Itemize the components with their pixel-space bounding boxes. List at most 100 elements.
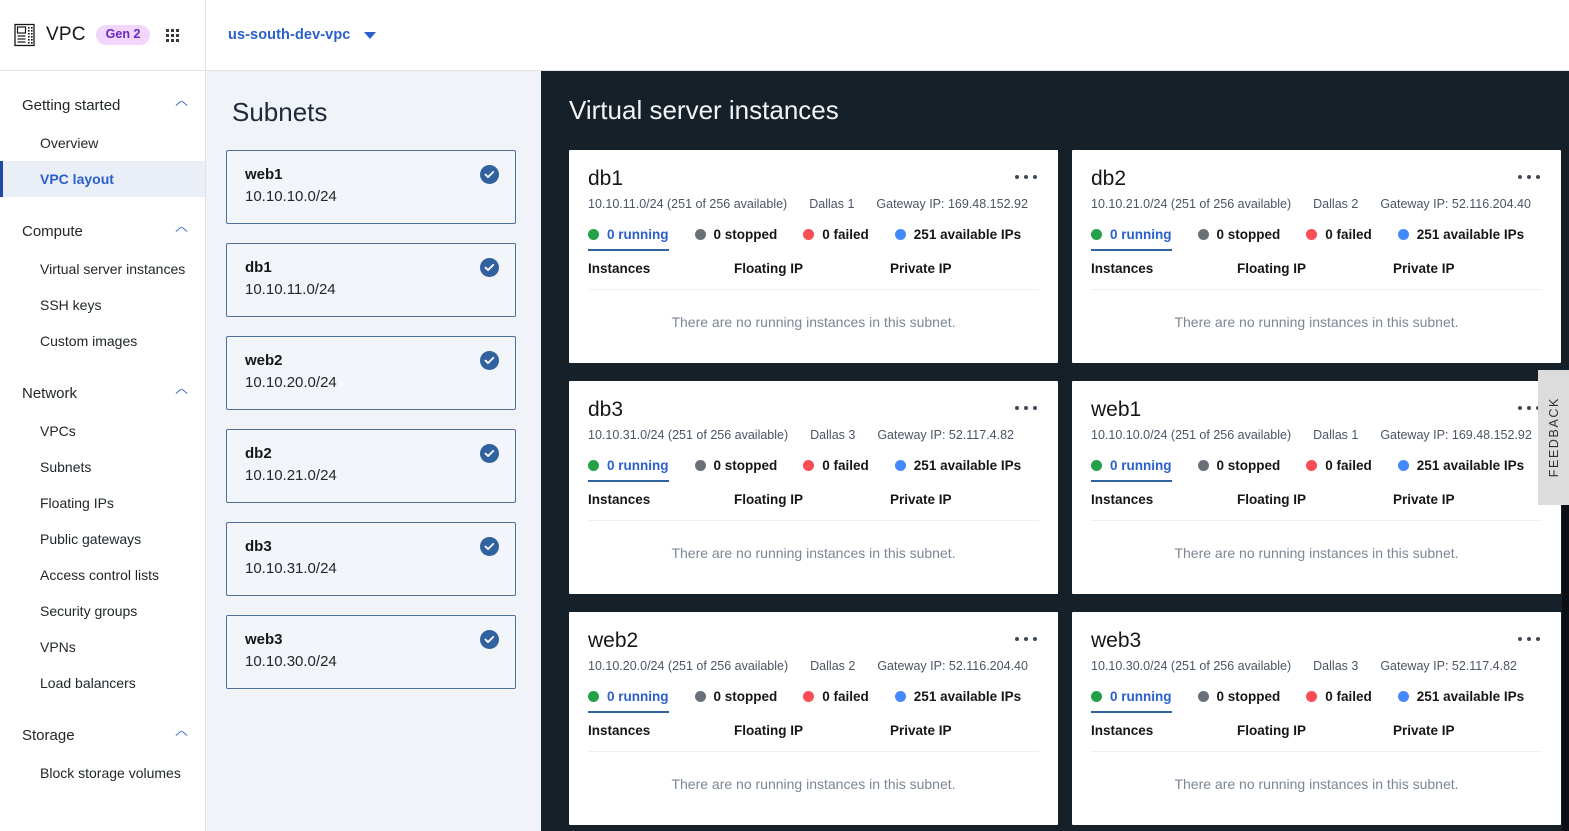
status-tabs: 0 running 0 stopped 0 failed 251 available …	[1091, 458, 1542, 483]
stat-label: 0 stopped	[1216, 458, 1281, 474]
gateway-ip: Gateway IP: 52.116.204.40	[1380, 197, 1531, 212]
overflow-menu-icon[interactable]	[1013, 629, 1039, 649]
overflow-menu-icon[interactable]	[1516, 167, 1542, 187]
subnet-card[interactable]: db3 10.10.31.0/24	[226, 522, 516, 596]
empty-state-message: There are no running instances in this s…	[1174, 314, 1459, 331]
zone-label: Dallas 3	[1313, 659, 1359, 674]
nav-group-compute[interactable]: Compute	[0, 211, 205, 251]
stat-stopped: 0 stopped	[1197, 458, 1281, 482]
subnet-name: web3	[245, 631, 283, 648]
stat-running[interactable]: 0 running	[1091, 458, 1172, 483]
stat-label: 0 running	[1110, 689, 1172, 705]
stat-label: 0 failed	[1325, 689, 1372, 705]
subnet-card[interactable]: db1 10.10.11.0/24	[226, 243, 516, 317]
stat-running[interactable]: 0 running	[1091, 227, 1172, 252]
status-dot-stopped	[1197, 460, 1209, 472]
instance-card-meta: 10.10.31.0/24 (251 of 256 available) Dall…	[588, 428, 1039, 442]
grid-dots-icon[interactable]	[166, 28, 180, 42]
subnet-name: db1	[245, 259, 272, 276]
subnet-cidr-availability: 10.10.20.0/24 (251 of 256 available)	[588, 659, 789, 674]
nav-group-label: Compute	[22, 222, 83, 240]
sidebar-item-ssh-keys[interactable]: SSH keys	[0, 287, 205, 323]
check-circle-icon[interactable]	[480, 537, 499, 556]
subnet-cidr: 10.10.21.0/24	[245, 466, 337, 484]
sidebar-item-block-storage-volumes[interactable]: Block storage volumes	[0, 755, 205, 791]
overflow-menu-icon[interactable]	[1013, 398, 1039, 418]
stat-label: 0 failed	[822, 227, 869, 243]
check-circle-icon[interactable]	[480, 165, 499, 184]
status-dot-failed	[1306, 460, 1318, 472]
chevron-up-icon	[176, 228, 187, 235]
check-circle-icon[interactable]	[480, 351, 499, 370]
subnet-card[interactable]: web1 10.10.10.0/24	[226, 150, 516, 224]
stat-label: 0 running	[607, 458, 669, 474]
check-circle-icon[interactable]	[480, 444, 499, 463]
instance-card-title: web3	[1091, 629, 1142, 652]
stat-available: 251 available IPs	[894, 458, 1021, 482]
sidebar-item-public-gateways[interactable]: Public gateways	[0, 521, 205, 557]
empty-state-message: There are no running instances in this s…	[671, 776, 956, 793]
column-header: Private IP	[890, 261, 952, 277]
check-circle-icon[interactable]	[480, 258, 499, 277]
nav-group-network[interactable]: Network	[0, 373, 205, 413]
subnet-cidr-availability: 10.10.11.0/24 (251 of 256 available)	[588, 197, 788, 212]
status-dot-available	[894, 460, 906, 472]
gateway-ip: Gateway IP: 52.117.4.82	[877, 428, 1014, 443]
column-header: Private IP	[890, 723, 952, 739]
overflow-menu-icon[interactable]	[1013, 167, 1039, 187]
instances-table-header: Instances Floating IP Private IP	[588, 251, 1039, 291]
stat-running[interactable]: 0 running	[588, 458, 669, 483]
instance-card-title: web1	[1091, 398, 1142, 421]
brand-title: VPC	[46, 24, 86, 45]
subnet-card[interactable]: web3 10.10.30.0/24	[226, 615, 516, 689]
sidebar-item-virtual-server-instances[interactable]: Virtual server instances	[0, 251, 205, 287]
stat-stopped: 0 stopped	[694, 227, 777, 251]
chevron-up-icon	[176, 732, 187, 739]
subnet-cidr-availability: 10.10.31.0/24 (251 of 256 available)	[588, 428, 789, 443]
zone-label: Dallas 2	[1313, 197, 1359, 212]
stat-failed: 0 failed	[1306, 458, 1372, 482]
feedback-tab[interactable]: FEEDBACK	[1538, 370, 1569, 505]
stat-label: 251 available IPs	[913, 227, 1022, 243]
subnet-cidr: 10.10.11.0/24	[245, 280, 336, 298]
vpc-selector[interactable]: us-south-dev-vpc	[226, 23, 378, 47]
nav-group-label: Getting started	[22, 96, 121, 114]
nav-group-getting-started[interactable]: Getting started	[0, 85, 205, 125]
sidebar-item-vpcs[interactable]: VPCs	[0, 413, 205, 449]
column-header: Instances	[588, 723, 651, 739]
sidebar-item-vpc-layout[interactable]: VPC layout	[0, 161, 205, 197]
stat-running[interactable]: 0 running	[1091, 689, 1172, 714]
chevron-up-icon	[176, 390, 187, 397]
sidebar-item-vpns[interactable]: VPNs	[0, 629, 205, 665]
subnet-card[interactable]: web2 10.10.20.0/24	[226, 336, 516, 410]
instances-table-header: Instances Floating IP Private IP	[1091, 713, 1542, 753]
stat-running[interactable]: 0 running	[588, 689, 669, 714]
stat-failed: 0 failed	[803, 689, 869, 713]
status-dot-stopped	[694, 229, 706, 241]
server-rack-icon	[14, 23, 36, 47]
stat-label: 0 failed	[1325, 227, 1372, 243]
sidebar-item-overview[interactable]: Overview	[0, 125, 205, 161]
nav-group-storage[interactable]: Storage	[0, 715, 205, 755]
sidebar-item-subnets[interactable]: Subnets	[0, 449, 205, 485]
stat-running[interactable]: 0 running	[588, 227, 669, 252]
instance-card-title: db2	[1091, 167, 1127, 190]
instances-table-header: Instances Floating IP Private IP	[1091, 482, 1542, 522]
status-tabs: 0 running 0 stopped 0 failed 251 available …	[588, 458, 1039, 483]
sidebar-item-floating-ips[interactable]: Floating IPs	[0, 485, 205, 521]
instance-card-meta: 10.10.21.0/24 (251 of 256 available) Dall…	[1091, 197, 1542, 211]
status-dot-running	[1091, 229, 1102, 241]
sidebar-item-load-balancers[interactable]: Load balancers	[0, 665, 205, 701]
check-circle-icon[interactable]	[480, 630, 499, 649]
status-dot-failed	[803, 460, 815, 472]
sidebar-item-security-groups[interactable]: Security groups	[0, 593, 205, 629]
status-dot-failed	[1306, 229, 1318, 241]
vertical-scrollbar[interactable]	[1562, 505, 1569, 831]
sidebar-item-access-control-lists[interactable]: Access control lists	[0, 557, 205, 593]
column-header: Instances	[588, 492, 651, 508]
overflow-menu-icon[interactable]	[1516, 629, 1542, 649]
stat-stopped: 0 stopped	[1197, 689, 1280, 713]
subnet-card[interactable]: db2 10.10.21.0/24	[226, 429, 516, 503]
sidebar-item-custom-images[interactable]: Custom images	[0, 323, 205, 359]
subnet-cidr: 10.10.31.0/24	[245, 559, 337, 577]
